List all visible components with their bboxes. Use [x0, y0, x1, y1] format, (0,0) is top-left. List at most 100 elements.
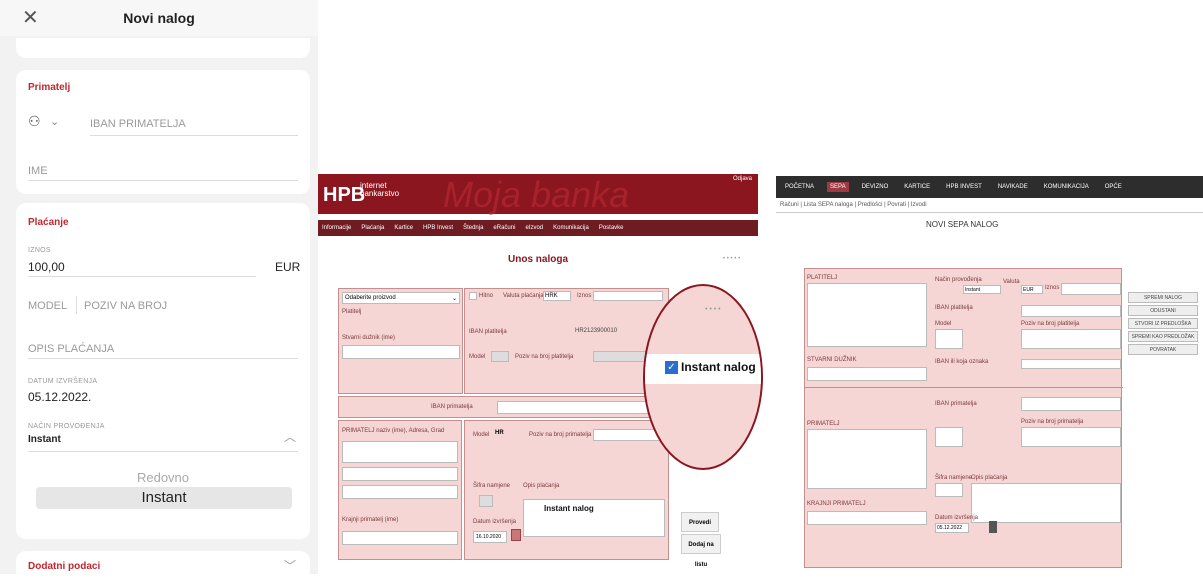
- primatelj-input[interactable]: [807, 429, 927, 489]
- datum-input[interactable]: 16.10.2020: [473, 531, 507, 543]
- adresa-input[interactable]: [342, 467, 458, 481]
- poziv-input[interactable]: POZIV NA BROJ: [84, 300, 167, 312]
- nav-item-2[interactable]: DEVIZNO: [859, 182, 892, 192]
- iznos-label: Iznos: [1045, 285, 1060, 291]
- sepa-action-button-2[interactable]: STVORI IZ PREDLOŠKA: [1128, 318, 1198, 329]
- chevron-down-icon[interactable]: ﹀: [284, 557, 296, 574]
- bank-duznika-select[interactable]: [1021, 359, 1121, 369]
- nav-item-5[interactable]: NAVIKADE: [995, 182, 1031, 192]
- nav-item-1[interactable]: SEPA: [827, 182, 849, 192]
- sepa-action-button-4[interactable]: POVRATAK: [1128, 344, 1198, 355]
- iban-input[interactable]: IBAN PRIMATELJA: [90, 118, 186, 130]
- nav-item-0[interactable]: Informacije: [322, 225, 351, 231]
- primatelj-label: PRIMATELJ naziv (ime), Adresa, Grad: [342, 428, 445, 434]
- grad-input[interactable]: [342, 485, 458, 499]
- iban-platitelja-input[interactable]: [1021, 305, 1121, 317]
- nav-item-0[interactable]: POČETNA: [782, 182, 817, 192]
- opis-input[interactable]: OPIS PLAĆANJA: [28, 343, 114, 355]
- racun-select[interactable]: Odaberite proizvod ⌄: [342, 292, 460, 304]
- model-input[interactable]: [935, 329, 963, 349]
- nav-item-4[interactable]: Štednja: [463, 225, 483, 231]
- poziv-platitelja-input[interactable]: [1021, 329, 1121, 349]
- platitelj-input[interactable]: [807, 283, 927, 347]
- prev-card: [16, 38, 310, 58]
- hpb-logo: HPB: [323, 184, 366, 206]
- nav-item-8[interactable]: Postavke: [599, 225, 624, 231]
- duznik-label: STVARNI DUŽNIK: [807, 357, 857, 363]
- main-nav: Informacije Plaćanja Kartice HPB Invest Šted…: [318, 220, 758, 236]
- nav-item-6[interactable]: KOMUNIKACIJA: [1041, 182, 1092, 192]
- model-primatelja-input[interactable]: [935, 427, 963, 447]
- main-nav: POČETNA SEPA DEVIZNO KARTICE HPB INVEST NAVIK…: [776, 176, 1203, 198]
- model-hr[interactable]: HR: [495, 430, 504, 436]
- model-input[interactable]: MODEL: [28, 300, 67, 312]
- nav-item-1[interactable]: Plaćanja: [361, 225, 384, 231]
- contacts-icon[interactable]: ⚇: [28, 113, 41, 130]
- valuta-select[interactable]: HRK: [543, 291, 571, 301]
- nav-item-2[interactable]: Kartice: [394, 225, 413, 231]
- nav-item-5[interactable]: eRačuni: [493, 225, 515, 231]
- sifra-namjene-input[interactable]: [935, 483, 963, 497]
- mobile-header: ✕ Novi nalog: [0, 0, 318, 36]
- model-label: Model: [469, 354, 486, 360]
- iban-platitelja-label: IBAN platitelja: [935, 305, 973, 311]
- sepa-action-button-3[interactable]: SPREMI KAO PREDLOŽAK: [1128, 331, 1198, 342]
- divider: [90, 135, 298, 136]
- duznik-label: Stvarni dužnik (ime): [342, 335, 396, 341]
- placanje-card: Plaćanje IZNOS 100,00 EUR MODEL POZIV NA…: [16, 203, 310, 539]
- app-header: HPB internet bankarstvo Moja banka Odjava: [318, 174, 758, 215]
- iznos-input[interactable]: [1061, 283, 1121, 295]
- duznik-input[interactable]: [807, 367, 927, 381]
- nav-item-7[interactable]: Komunikacija: [553, 225, 589, 231]
- instant-checkbox[interactable]: ✓: [665, 361, 678, 374]
- valuta-select[interactable]: EUR: [1021, 285, 1043, 294]
- sepa-actions: SPREMI NALOG ODUSTANI STVORI IZ PREDLOŠKA S…: [1128, 292, 1200, 360]
- nav-item-4[interactable]: HPB INVEST: [943, 182, 985, 192]
- dodatni-card[interactable]: Dodatni podaci ﹀: [16, 551, 310, 581]
- nav-item-6[interactable]: eIzvod: [525, 225, 543, 231]
- sifra-namjene-input[interactable]: [479, 495, 493, 507]
- krajnji-input[interactable]: [807, 511, 927, 525]
- breadcrumb[interactable]: Računi | Lista SEPA naloga | Predlošci |…: [780, 202, 927, 208]
- chevron-up-icon[interactable]: ︿: [284, 428, 296, 445]
- nav-item-3[interactable]: KARTICE: [901, 182, 933, 192]
- iznos-input[interactable]: 100,00: [28, 260, 65, 274]
- nacin-value[interactable]: Instant: [28, 434, 61, 445]
- name-input[interactable]: IME: [28, 165, 48, 177]
- opis-label: Opis plaćanja: [971, 475, 1008, 481]
- calendar-icon[interactable]: [511, 529, 521, 541]
- krajnji-input[interactable]: [342, 531, 458, 545]
- calendar-icon[interactable]: [989, 521, 997, 533]
- dodaj-na-listu-button[interactable]: Dodaj na listu: [681, 534, 721, 568]
- iznos-input[interactable]: [593, 291, 663, 301]
- option-redovno[interactable]: Redovno: [16, 470, 310, 485]
- iban-primatelja-input[interactable]: [497, 401, 665, 414]
- datum-value[interactable]: 05.12.2022.: [28, 390, 91, 404]
- primatelj-input[interactable]: [342, 441, 458, 463]
- valuta-label: Valuta plaćanja: [503, 293, 544, 299]
- datum-input[interactable]: 05.12.2022: [935, 523, 969, 533]
- nav-item-7[interactable]: OPĆE: [1102, 182, 1125, 192]
- duznik-input[interactable]: [342, 345, 460, 359]
- iban-platitelja-value: HR2123900010: [575, 328, 618, 334]
- option-instant[interactable]: Instant: [36, 487, 292, 509]
- mobile-panel: ✕ Novi nalog Primatelj ⚇ ⌄ IBAN PRIMATEL…: [0, 0, 318, 581]
- chevron-down-icon[interactable]: ⌄: [50, 115, 59, 128]
- sepa-action-button-1[interactable]: ODUSTANI: [1128, 305, 1198, 316]
- nav-item-3[interactable]: HPB Invest: [423, 225, 453, 231]
- opis-input[interactable]: Instant nalog: [523, 499, 665, 537]
- hpb-old-panel: HPB internet bankarstvo Moja banka Odjava…: [318, 174, 763, 574]
- provedi-button[interactable]: Provedi: [681, 512, 719, 532]
- hitno-checkbox[interactable]: [469, 292, 477, 300]
- page-title: Novi nalog: [123, 10, 195, 26]
- primatelj-box: PRIMATELJ naziv (ime), Adresa, Grad Kraj…: [338, 420, 462, 560]
- logout-link[interactable]: Odjava: [733, 176, 752, 182]
- model-primatelja-label: Model: [473, 432, 490, 438]
- poziv-primatelja-input[interactable]: [1021, 427, 1121, 447]
- opis-input[interactable]: [971, 483, 1121, 523]
- model-input[interactable]: [491, 351, 509, 362]
- iban-primatelja-input[interactable]: [1021, 397, 1121, 411]
- iban-primatelja-label: IBAN primatelja: [935, 401, 977, 407]
- sepa-action-button-0[interactable]: SPREMI NALOG: [1128, 292, 1198, 303]
- nacin-select[interactable]: Instant: [963, 285, 1001, 294]
